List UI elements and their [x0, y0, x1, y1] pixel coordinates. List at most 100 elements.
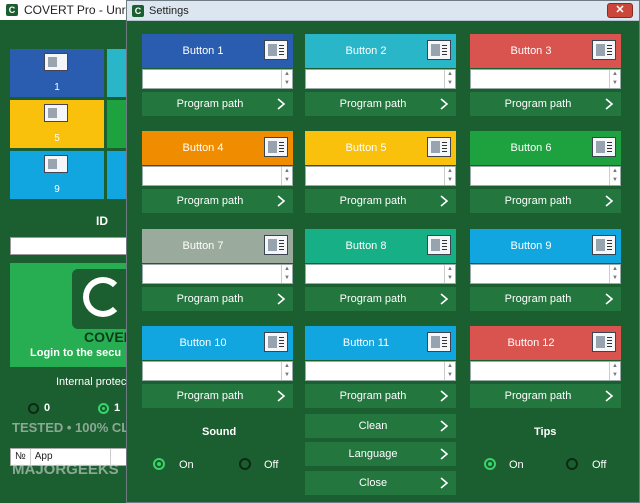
launcher-button-10[interactable]: Button 10	[142, 326, 293, 360]
program-field[interactable]: ▲ ▼	[142, 264, 293, 284]
language-button[interactable]: Language	[305, 442, 456, 466]
spin-down-icon[interactable]: ▼	[282, 274, 292, 283]
spin-control[interactable]: ▲ ▼	[609, 362, 620, 380]
spin-down-icon[interactable]: ▼	[282, 176, 292, 185]
launcher-tile[interactable]	[107, 49, 128, 97]
program-path-button[interactable]: Program path	[142, 189, 293, 213]
program-path-button[interactable]: Program path	[305, 384, 456, 408]
spin-control[interactable]: ▲ ▼	[444, 265, 455, 283]
spin-down-icon[interactable]: ▼	[445, 176, 455, 185]
program-field[interactable]: ▲ ▼	[470, 69, 621, 89]
spin-down-icon[interactable]: ▼	[445, 79, 455, 88]
spin-down-icon[interactable]: ▼	[610, 274, 620, 283]
spin-control[interactable]: ▲ ▼	[281, 362, 292, 380]
spin-down-icon[interactable]: ▼	[282, 79, 292, 88]
sound-on-radio[interactable]	[153, 458, 165, 470]
program-window-icon[interactable]	[264, 40, 288, 60]
close-window-button[interactable]: ✕	[607, 3, 633, 18]
tips-off-radio[interactable]	[566, 458, 578, 470]
spin-control[interactable]: ▲ ▼	[609, 167, 620, 185]
program-window-icon[interactable]	[427, 40, 451, 60]
spin-down-icon[interactable]: ▼	[445, 274, 455, 283]
program-window-icon[interactable]	[264, 235, 288, 255]
program-field[interactable]: ▲ ▼	[305, 69, 456, 89]
spin-up-icon[interactable]: ▲	[610, 265, 620, 274]
spin-down-icon[interactable]: ▼	[610, 79, 620, 88]
launcher-button-6[interactable]: Button 6	[470, 131, 621, 165]
program-path-button[interactable]: Program path	[305, 287, 456, 311]
spin-control[interactable]: ▲ ▼	[609, 265, 620, 283]
launcher-button-3[interactable]: Button 3	[470, 34, 621, 68]
protect-radio-1[interactable]	[98, 403, 109, 414]
launcher-tile[interactable]: 1	[10, 49, 104, 97]
program-window-icon[interactable]	[592, 332, 616, 352]
close-button[interactable]: Close	[305, 471, 456, 495]
program-window-icon[interactable]	[592, 137, 616, 157]
spin-up-icon[interactable]: ▲	[445, 70, 455, 79]
launcher-button-2[interactable]: Button 2	[305, 34, 456, 68]
program-field[interactable]: ▲ ▼	[305, 166, 456, 186]
login-panel[interactable]: COVERT Login to the secu	[10, 263, 142, 367]
program-path-button[interactable]: Program path	[142, 92, 293, 116]
launcher-button-11[interactable]: Button 11	[305, 326, 456, 360]
launcher-tile[interactable]: 5	[10, 100, 104, 148]
spin-up-icon[interactable]: ▲	[445, 362, 455, 371]
spin-down-icon[interactable]: ▼	[610, 176, 620, 185]
launcher-button-7[interactable]: Button 7	[142, 229, 293, 263]
spin-control[interactable]: ▲ ▼	[281, 167, 292, 185]
program-field[interactable]: ▲ ▼	[305, 264, 456, 284]
launcher-tile[interactable]: 9	[10, 151, 104, 199]
launcher-button-5[interactable]: Button 5	[305, 131, 456, 165]
launcher-tile[interactable]	[107, 151, 128, 199]
spin-control[interactable]: ▲ ▼	[444, 362, 455, 380]
program-path-button[interactable]: Program path	[305, 189, 456, 213]
protect-radio-0[interactable]	[28, 403, 39, 414]
program-path-button[interactable]: Program path	[305, 92, 456, 116]
launcher-button-8[interactable]: Button 8	[305, 229, 456, 263]
program-path-button[interactable]: Program path	[470, 189, 621, 213]
spin-down-icon[interactable]: ▼	[445, 371, 455, 380]
program-window-icon[interactable]	[427, 332, 451, 352]
launcher-button-1[interactable]: Button 1	[142, 34, 293, 68]
spin-up-icon[interactable]: ▲	[282, 167, 292, 176]
sound-off-radio[interactable]	[239, 458, 251, 470]
program-window-icon[interactable]	[592, 235, 616, 255]
program-path-button[interactable]: Program path	[470, 384, 621, 408]
program-window-icon[interactable]	[427, 235, 451, 255]
launcher-button-9[interactable]: Button 9	[470, 229, 621, 263]
spin-up-icon[interactable]: ▲	[282, 70, 292, 79]
spin-control[interactable]: ▲ ▼	[281, 70, 292, 88]
spin-control[interactable]: ▲ ▼	[609, 70, 620, 88]
program-path-button[interactable]: Program path	[142, 287, 293, 311]
program-window-icon[interactable]	[264, 332, 288, 352]
program-field[interactable]: ▲ ▼	[142, 361, 293, 381]
clean-button[interactable]: Clean	[305, 414, 456, 438]
spin-control[interactable]: ▲ ▼	[444, 70, 455, 88]
program-field[interactable]: ▲ ▼	[142, 166, 293, 186]
spin-up-icon[interactable]: ▲	[445, 167, 455, 176]
program-path-button[interactable]: Program path	[142, 384, 293, 408]
spin-control[interactable]: ▲ ▼	[444, 167, 455, 185]
program-field[interactable]: ▲ ▼	[470, 264, 621, 284]
tips-on-radio[interactable]	[484, 458, 496, 470]
spin-down-icon[interactable]: ▼	[282, 371, 292, 380]
spin-up-icon[interactable]: ▲	[282, 362, 292, 371]
spin-up-icon[interactable]: ▲	[610, 167, 620, 176]
program-window-icon[interactable]	[264, 137, 288, 157]
spin-down-icon[interactable]: ▼	[610, 371, 620, 380]
spin-up-icon[interactable]: ▲	[610, 362, 620, 371]
spin-up-icon[interactable]: ▲	[282, 265, 292, 274]
spin-control[interactable]: ▲ ▼	[281, 265, 292, 283]
program-field[interactable]: ▲ ▼	[470, 361, 621, 381]
spin-up-icon[interactable]: ▲	[445, 265, 455, 274]
launcher-tile[interactable]	[107, 100, 128, 148]
spin-up-icon[interactable]: ▲	[610, 70, 620, 79]
program-field[interactable]: ▲ ▼	[305, 361, 456, 381]
launcher-button-12[interactable]: Button 12	[470, 326, 621, 360]
launcher-button-4[interactable]: Button 4	[142, 131, 293, 165]
program-field[interactable]: ▲ ▼	[470, 166, 621, 186]
program-window-icon[interactable]	[592, 40, 616, 60]
id-input[interactable]	[10, 237, 128, 255]
program-window-icon[interactable]	[427, 137, 451, 157]
program-path-button[interactable]: Program path	[470, 287, 621, 311]
